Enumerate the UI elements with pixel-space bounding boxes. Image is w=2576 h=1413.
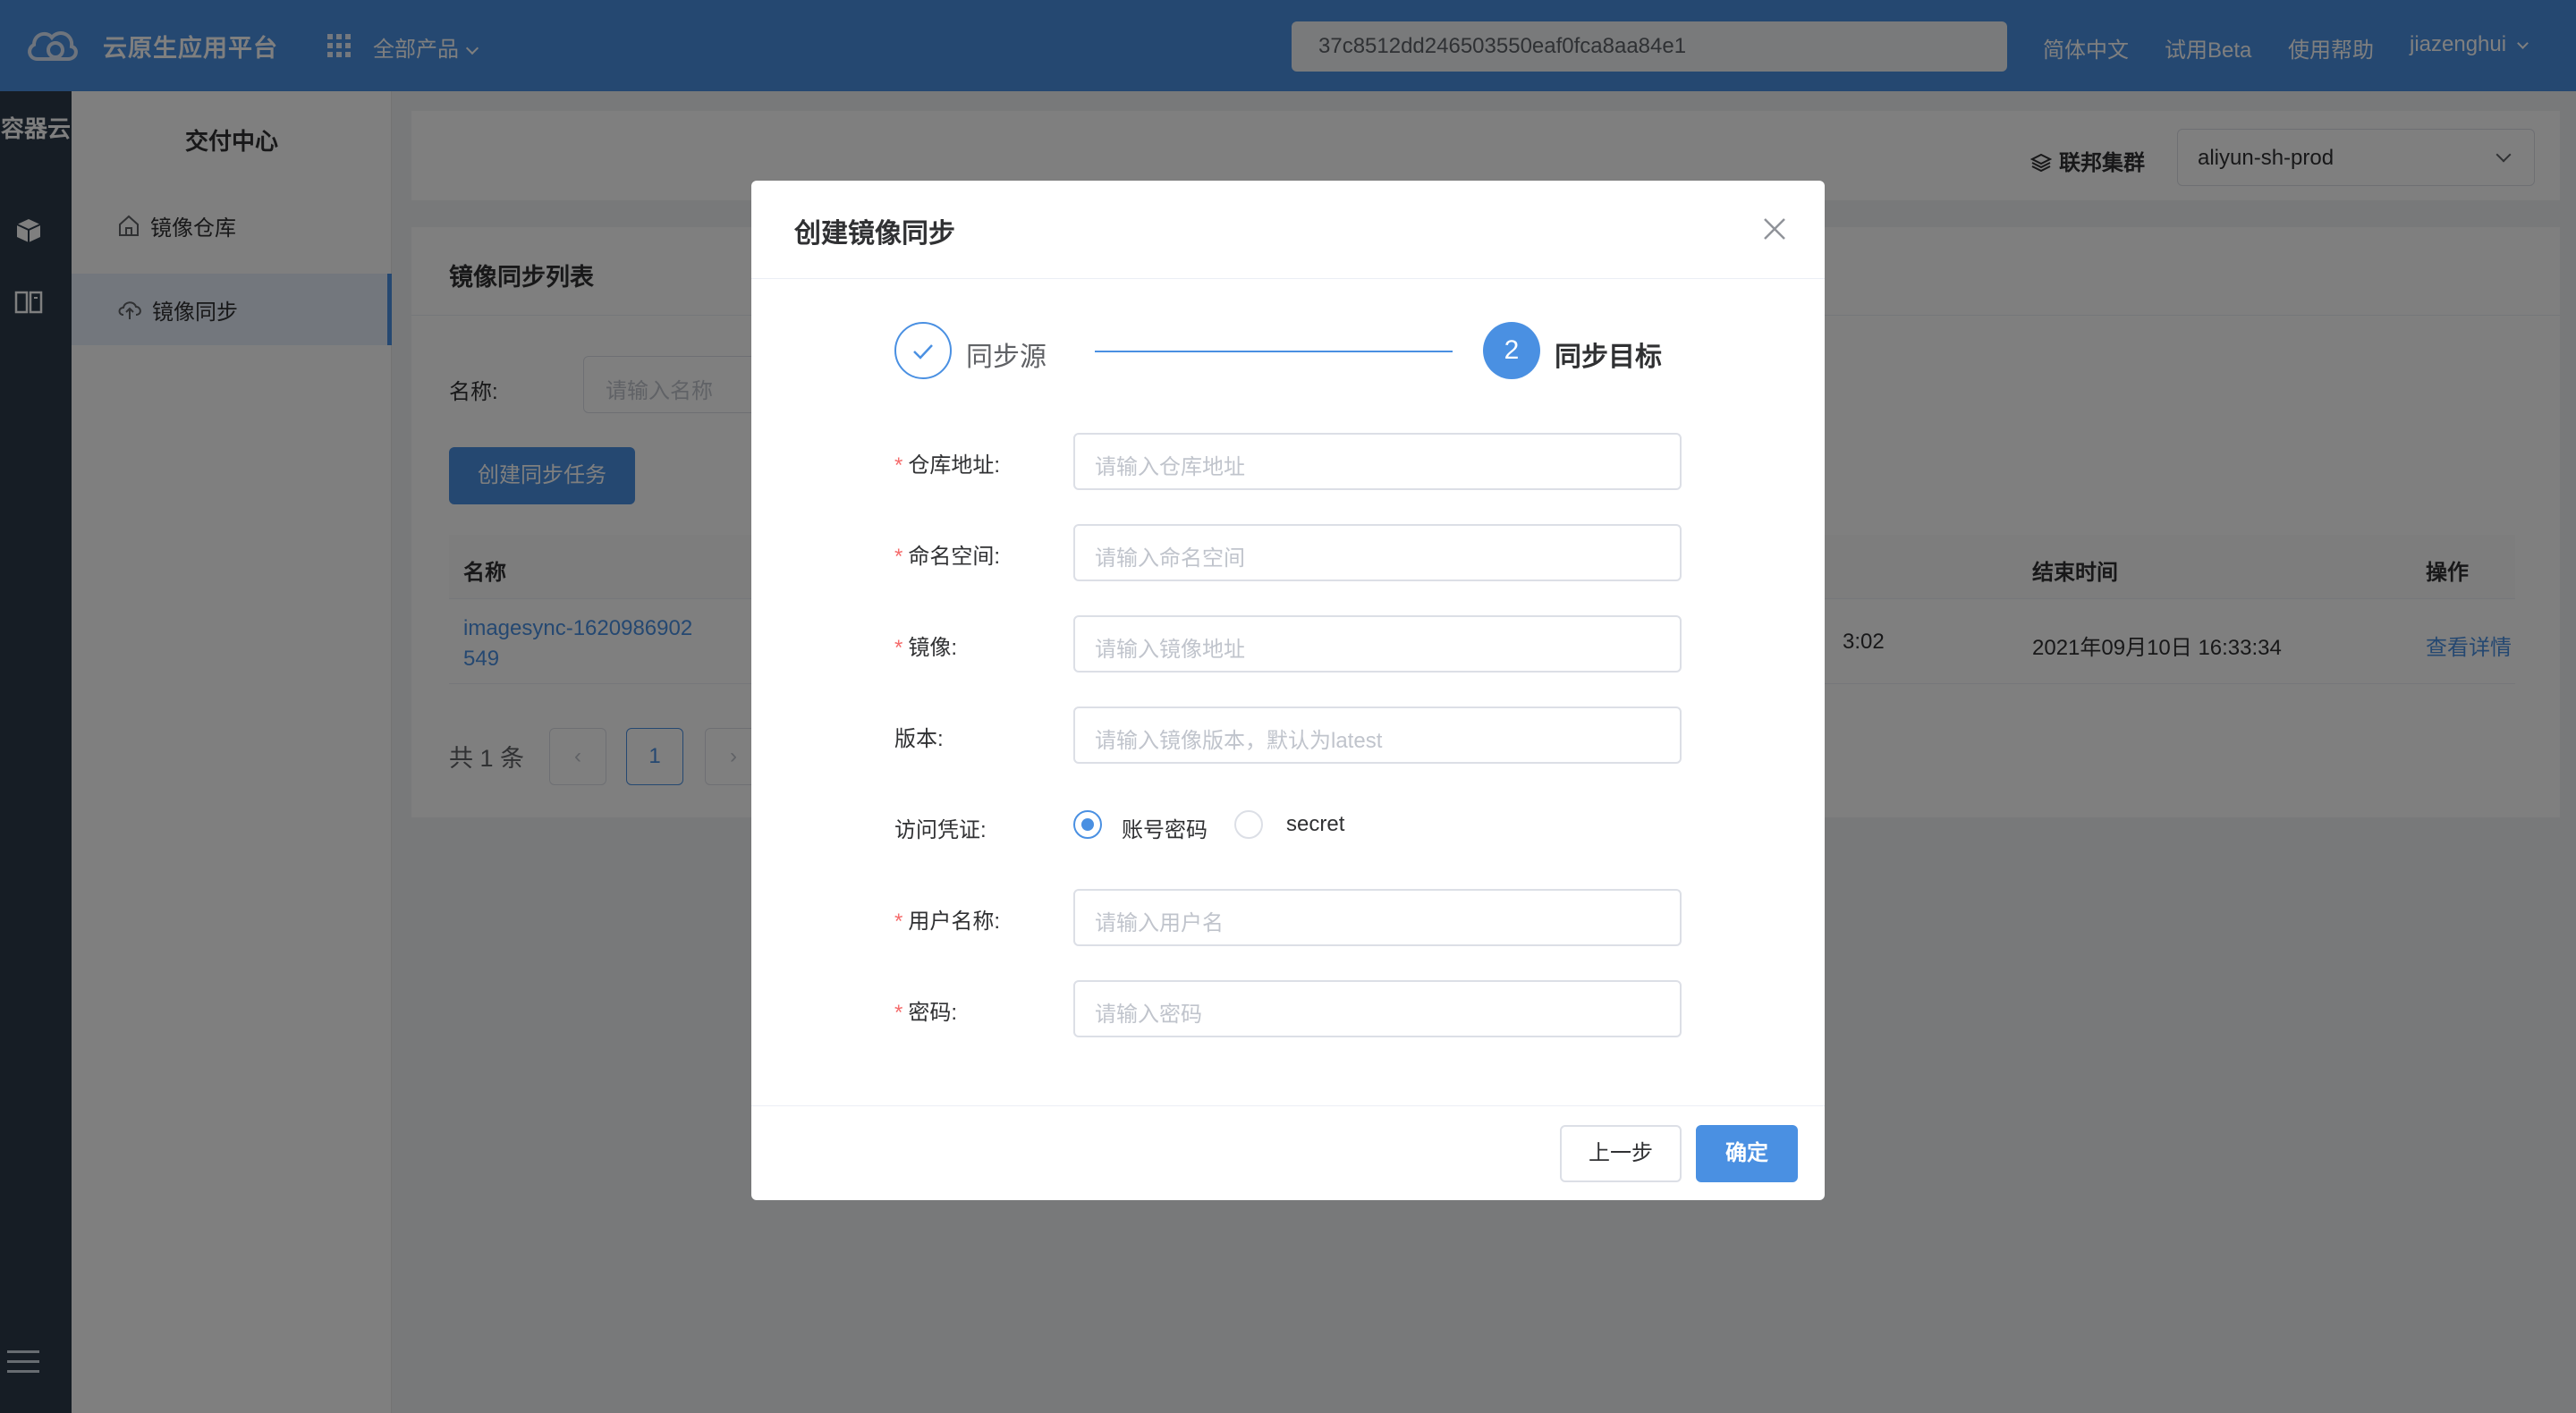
username-input[interactable]: 请输入用户名 [1073,889,1682,946]
namespace-label: * 命名空间: [894,538,1000,570]
step-connector [1095,351,1453,352]
step-1-circle [894,322,952,379]
version-input[interactable]: 请输入镜像版本，默认为latest [1073,706,1682,764]
create-sync-modal: 创建镜像同步 同步源 2 同步目标 * 仓库地址: 请输入仓库地址 * 命名空间: … [751,181,1825,1200]
check-icon [913,344,933,360]
repo-address-input[interactable]: 请输入仓库地址 [1073,433,1682,490]
password-input[interactable]: 请输入密码 [1073,980,1682,1037]
namespace-input[interactable]: 请输入命名空间 [1073,524,1682,581]
required-mark: * [894,636,903,660]
step-2-circle: 2 [1483,322,1540,379]
version-label: 版本: [894,727,944,751]
required-mark: * [894,453,903,478]
confirm-button[interactable]: 确定 [1696,1125,1798,1182]
repo-label: * 仓库地址: [894,447,1000,478]
step-1-label: 同步源 [966,343,1046,372]
close-icon[interactable] [1760,215,1789,243]
username-label-text: 用户名称: [908,910,1001,934]
credential-label: 访问凭证: [894,818,987,842]
modal-header: 创建镜像同步 [751,181,1825,279]
radio-secret[interactable] [1234,810,1263,839]
required-mark: * [894,1001,903,1025]
steps: 同步源 2 同步目标 [894,322,1682,381]
namespace-label-text: 命名空间: [908,545,1001,569]
modal-title: 创建镜像同步 [794,219,955,249]
image-label: * 镜像: [894,630,957,661]
password-label-text: 密码: [908,1001,958,1025]
previous-step-button[interactable]: 上一步 [1560,1125,1682,1182]
radio-account-password-label[interactable]: 账号密码 [1122,812,1208,843]
image-label-text: 镜像: [908,636,958,660]
radio-secret-label[interactable]: secret [1286,812,1344,837]
image-address-input[interactable]: 请输入镜像地址 [1073,615,1682,673]
password-label: * 密码: [894,994,957,1026]
repo-label-text: 仓库地址: [908,453,1001,478]
radio-account-password[interactable] [1073,810,1102,839]
required-mark: * [894,545,903,569]
required-mark: * [894,910,903,934]
username-label: * 用户名称: [894,903,1000,935]
step-2-label: 同步目标 [1555,343,1662,372]
modal-footer-divider [751,1105,1825,1106]
app-root: 云原生应用平台 全部产品 37c8512dd246503550eaf0fca8a… [0,0,2576,1413]
